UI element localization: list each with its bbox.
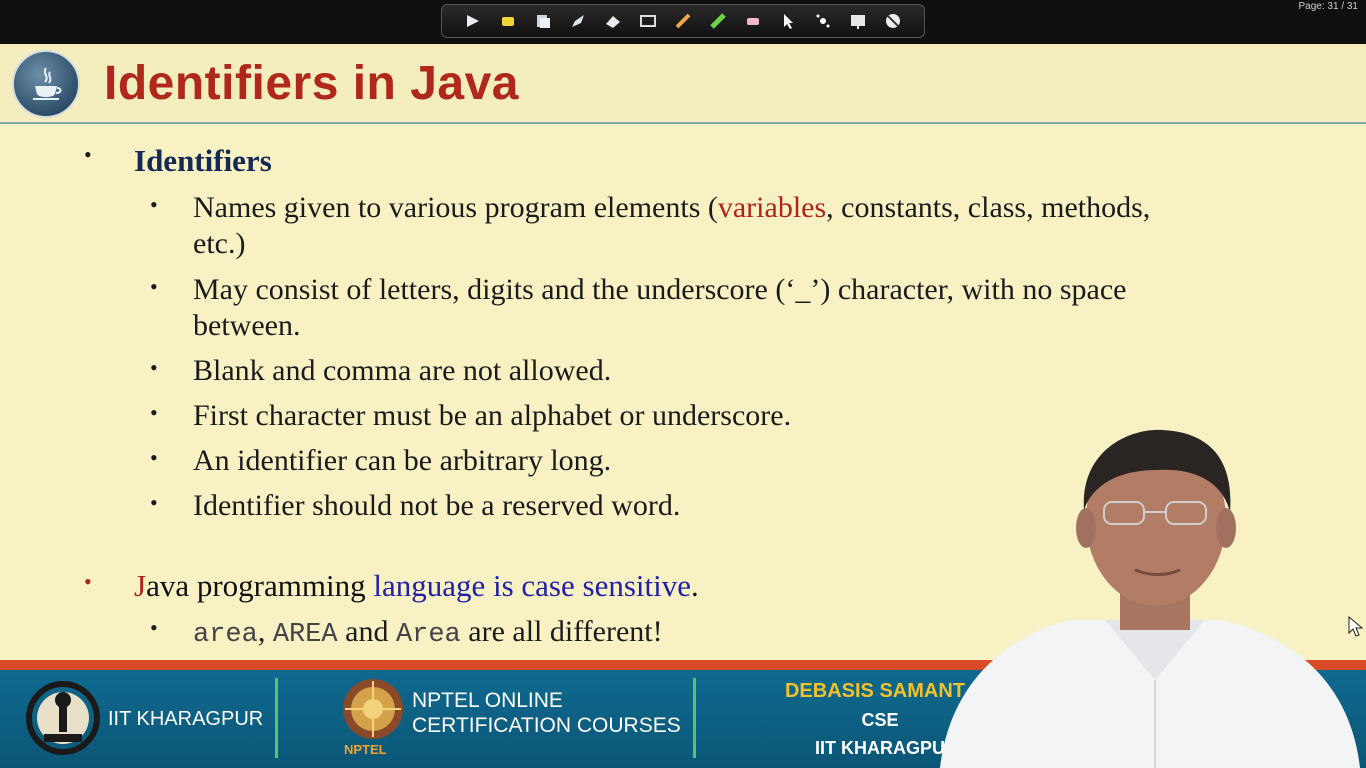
page-indicator: Page: 31 / 31	[1298, 1, 1359, 12]
pages-icon[interactable]	[532, 10, 554, 32]
text: May consist of letters, digits and the u…	[193, 273, 1127, 306]
list-item: Names given to various program elements …	[193, 190, 1293, 262]
slide-title: Identifiers in Java	[104, 57, 519, 110]
heading-identifiers: Identifiers	[134, 143, 272, 178]
code-text: Area	[395, 620, 461, 650]
bullet-icon: •	[84, 569, 92, 594]
list-item: Blank and comma are not allowed.	[193, 354, 612, 387]
eraser-tool-icon[interactable]	[602, 10, 624, 32]
bullet-icon: •	[150, 274, 158, 299]
text: .	[691, 568, 699, 603]
text: are all different!	[460, 615, 663, 648]
list-item: May consist of letters, digits and the u…	[193, 272, 1293, 344]
bullet-icon: •	[150, 355, 158, 380]
arrow-icon[interactable]	[462, 10, 484, 32]
rubber-icon[interactable]	[742, 10, 764, 32]
text: ava programming	[146, 568, 374, 603]
text: ,	[257, 615, 273, 648]
highlight-text: language is case sensitive	[373, 568, 691, 603]
java-logo-icon	[12, 50, 80, 118]
pencil-icon[interactable]	[672, 10, 694, 32]
divider	[693, 678, 696, 758]
text: etc.)	[193, 227, 246, 260]
text: Names given to various program elements …	[193, 191, 718, 224]
java-case-line: Java programming language is case sensit…	[134, 568, 699, 604]
bullet-icon: •	[150, 400, 158, 425]
text: between.	[193, 309, 301, 342]
bullet-icon: •	[150, 490, 158, 515]
bullet-icon: •	[150, 445, 158, 470]
screen-icon[interactable]	[637, 10, 659, 32]
pen-icon[interactable]	[567, 10, 589, 32]
laser-icon[interactable]	[812, 10, 834, 32]
annotation-toolbar	[441, 4, 925, 38]
bullet-icon: •	[84, 142, 92, 167]
nptel-title: NPTEL ONLINE CERTIFICATION COURSES	[412, 688, 681, 738]
iit-name: IIT KHARAGPUR	[108, 708, 264, 730]
iit-logo-icon	[24, 678, 102, 760]
clear-icon[interactable]	[882, 10, 904, 32]
pointer-icon[interactable]	[777, 10, 799, 32]
bullet-icon: •	[150, 192, 158, 217]
text: NPTEL ONLINE	[412, 689, 563, 712]
nptel-logo-icon	[340, 676, 406, 742]
whiteboard-icon[interactable]	[847, 10, 869, 32]
text: CERTIFICATION COURSES	[412, 714, 681, 737]
code-text: AREA	[272, 620, 338, 650]
text: , constants, class, methods,	[826, 191, 1151, 224]
text: J	[134, 568, 147, 603]
presenter-video	[930, 420, 1366, 768]
marker-icon[interactable]	[707, 10, 729, 32]
top-bar: Page: 31 / 31	[0, 0, 1366, 44]
highlighter-icon[interactable]	[497, 10, 519, 32]
title-band: Identifiers in Java	[0, 44, 1366, 124]
divider	[275, 678, 278, 758]
code-text: area	[193, 620, 258, 650]
bullet-icon: •	[150, 615, 158, 640]
text: and	[337, 615, 396, 648]
highlight-text: variables	[717, 191, 827, 224]
nptel-logo-text: NPTEL	[344, 742, 387, 757]
